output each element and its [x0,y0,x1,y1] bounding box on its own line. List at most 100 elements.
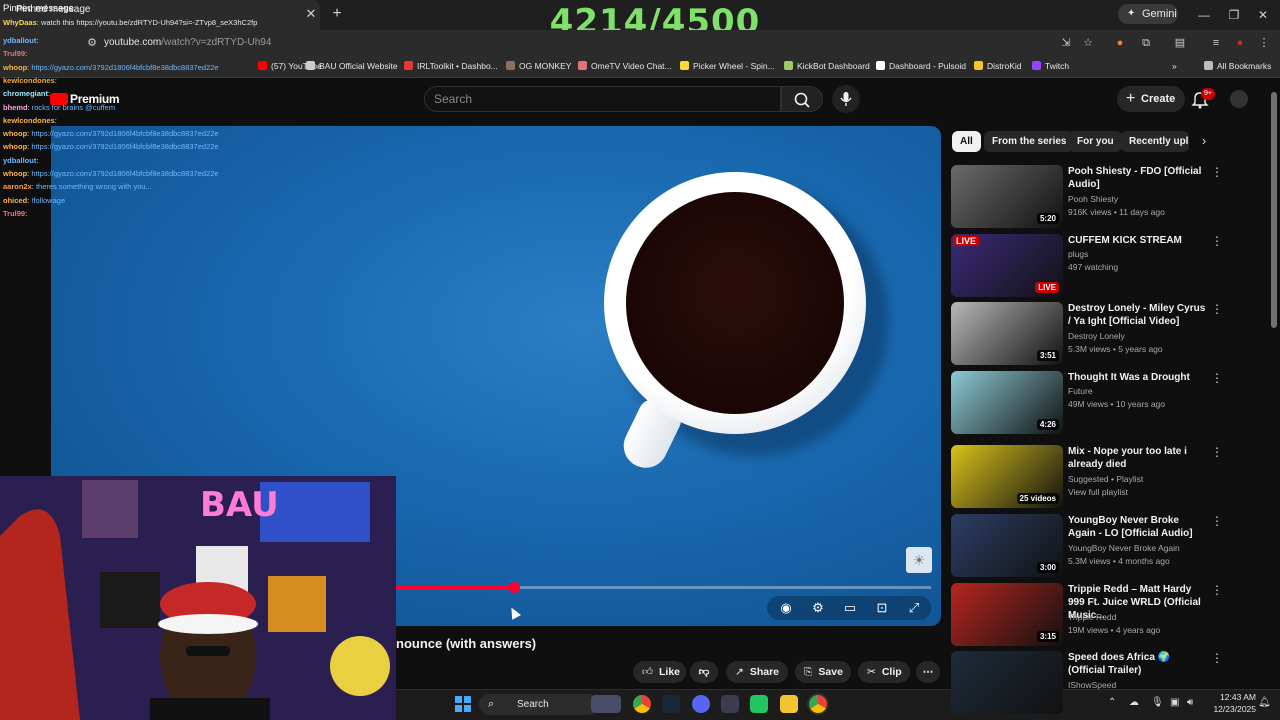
share-button[interactable]: ↗ Share [726,661,788,683]
install-icon[interactable]: ⇲ [1058,35,1074,51]
menu-icon[interactable]: ⋮ [1256,35,1272,51]
reading-list-icon[interactable]: ≡ [1208,35,1224,51]
bookmark-item[interactable]: DistroKid [974,61,1021,71]
more-options-icon[interactable]: ⋮ [1211,235,1223,247]
restore-icon[interactable]: ❐ [1225,6,1243,24]
recommended-title[interactable]: Thought It Was a Drought [1068,371,1208,384]
more-options-icon[interactable]: ⋮ [1211,584,1223,596]
extension-icon[interactable]: ● [1112,35,1128,51]
minimize-icon[interactable]: — [1195,6,1213,24]
channel-name[interactable]: Trippie Redd [1068,612,1116,622]
channel-name[interactable]: Suggested • Playlist [1068,474,1143,484]
side-panel-icon[interactable]: ▤ [1172,35,1188,51]
more-actions-button[interactable]: ⋯ [916,661,940,683]
notification-center-icon[interactable]: 🔔︎ [1258,697,1271,708]
chevron-right-icon[interactable]: › [1196,133,1212,149]
recommended-title[interactable]: Pooh Shiesty - FDO [Official Audio] [1068,165,1208,191]
extensions-puzzle-icon[interactable]: ⧉ [1138,35,1154,51]
chip-all[interactable]: All [952,131,981,152]
progress-scrubber[interactable] [508,582,520,593]
steam-icon[interactable] [662,695,680,713]
recommended-video[interactable]: 4:26 Thought It Was a Drought Future 49M vi… [951,371,1226,435]
all-bookmarks[interactable]: All Bookmarks [1204,61,1271,71]
ambient-lightbulb-icon[interactable]: ☀ [906,547,932,573]
video-thumbnail[interactable]: 3:15 [951,583,1063,646]
bookmark-star-icon[interactable]: ☆ [1080,35,1096,51]
profile-icon[interactable]: ● [1232,35,1248,51]
more-options-icon[interactable]: ⋮ [1211,446,1223,458]
bookmark-item[interactable]: OmeTV Video Chat... [578,61,672,71]
more-options-icon[interactable]: ⋮ [1211,515,1223,527]
settings-gear-icon[interactable]: ⚙ [808,598,828,618]
video-thumbnail[interactable]: 3:51 [951,302,1063,365]
bookmark-item[interactable]: IRLToolkit • Dashbo... [404,61,498,71]
bookmark-item[interactable]: OG MONKEY [506,61,571,71]
taskbar-search[interactable]: ⌕ Search [479,694,599,715]
discord-icon[interactable] [692,695,710,713]
video-thumbnail[interactable]: 4:26 [951,371,1063,434]
clip-button[interactable]: ✂ Clip [858,661,910,683]
voice-search-button[interactable] [832,85,860,113]
recommended-video[interactable]: LIVE LIVE CUFFEM KICK STREAM plugs 497 watch… [951,234,1226,298]
file-explorer-icon[interactable] [780,695,798,713]
windows-start-icon[interactable] [455,696,471,712]
new-tab-icon[interactable]: + [328,5,346,23]
recommended-title[interactable]: Mix - Nope your too late i already died [1068,445,1208,471]
recommended-video[interactable]: Speed does Africa 🌍 (Official Trailer) IS… [951,651,1226,715]
widgets-icon[interactable] [591,695,621,713]
channel-name[interactable]: Destroy Lonely [1068,331,1125,341]
kick-icon[interactable] [750,695,768,713]
bookmark-item[interactable]: BAU Official Website [306,61,398,71]
more-options-icon[interactable]: ⋮ [1211,652,1223,664]
recommended-video[interactable]: 3:15 Trippie Redd – Matt Hardy 999 Ft. Ju… [951,583,1226,647]
close-window-icon[interactable]: ✕ [1254,6,1272,24]
cast-icon[interactable]: ⊡ [872,598,892,618]
tab-close-icon[interactable]: ✕ [303,6,319,22]
bookmarks-overflow-icon[interactable]: » [1172,61,1177,71]
channel-name[interactable]: Pooh Shiesty [1068,194,1118,204]
chip-for-you[interactable]: For you [1069,131,1122,152]
account-avatar[interactable] [1230,90,1248,108]
recommended-title[interactable]: Speed does Africa 🌍 (Official Trailer) [1068,651,1208,677]
more-options-icon[interactable]: ⋮ [1211,372,1223,384]
progress-bar[interactable] [396,582,931,593]
recommended-video[interactable]: 3:51 Destroy Lonely - Miley Cyrus / Ya Ig… [951,302,1226,366]
sidebar-scrollbar[interactable] [1271,92,1277,328]
video-thumbnail[interactable]: 5:20 [951,165,1063,228]
chrome-icon[interactable] [633,695,651,713]
gemini-button[interactable]: ✦ Gemini [1118,4,1178,24]
channel-name[interactable]: plugs [1068,249,1088,259]
recommended-title[interactable]: Destroy Lonely - Miley Cyrus / Ya Ight [… [1068,302,1208,328]
autoplay-toggle-icon[interactable]: ◉ [776,598,796,618]
recommended-title[interactable]: YoungBoy Never Broke Again - LO [Officia… [1068,514,1208,540]
create-button[interactable]: + Create [1117,86,1185,112]
recommended-title[interactable]: CUFFEM KICK STREAM [1068,234,1208,247]
app-icon[interactable] [721,695,739,713]
channel-name[interactable]: IShowSpeed [1068,680,1116,690]
bookmark-item[interactable]: Twitch [1032,61,1069,71]
fullscreen-icon[interactable]: ⤢ [904,598,924,618]
save-button[interactable]: ⎘ Save [795,661,851,683]
video-thumbnail[interactable]: LIVE LIVE [951,234,1063,297]
bookmark-item[interactable]: KickBot Dashboard [784,61,870,71]
chrome-active-icon[interactable] [809,695,827,713]
recommended-video[interactable]: 5:20 Pooh Shiesty - FDO [Official Audio] P… [951,165,1226,229]
channel-name[interactable]: Future [1068,386,1093,396]
dislike-button[interactable]: 👎︎ [690,661,718,683]
video-thumbnail[interactable] [951,651,1063,714]
chip-from-the-series[interactable]: From the series [984,131,1075,152]
more-options-icon[interactable]: ⋮ [1211,303,1223,315]
video-thumbnail[interactable]: 25 videos [951,445,1063,508]
theater-mode-icon[interactable]: ▭ [840,598,860,618]
more-options-icon[interactable]: ⋮ [1211,166,1223,178]
like-button[interactable]: 👍︎ Like [633,661,686,683]
bookmark-item[interactable]: Picker Wheel - Spin... [680,61,775,71]
bookmark-item[interactable]: Dashboard - Pulsoid [876,61,966,71]
recommended-video[interactable]: 3:00 YoungBoy Never Broke Again - LO [Off… [951,514,1226,578]
chip-recently-uploaded[interactable]: Recently upl [1121,131,1189,152]
channel-name[interactable]: YoungBoy Never Broke Again [1068,543,1180,553]
search-input[interactable] [424,86,781,112]
recommended-video[interactable]: 25 videos Mix - Nope your too late i alre… [951,445,1226,509]
video-thumbnail[interactable]: 3:00 [951,514,1063,577]
search-button[interactable] [781,86,823,112]
